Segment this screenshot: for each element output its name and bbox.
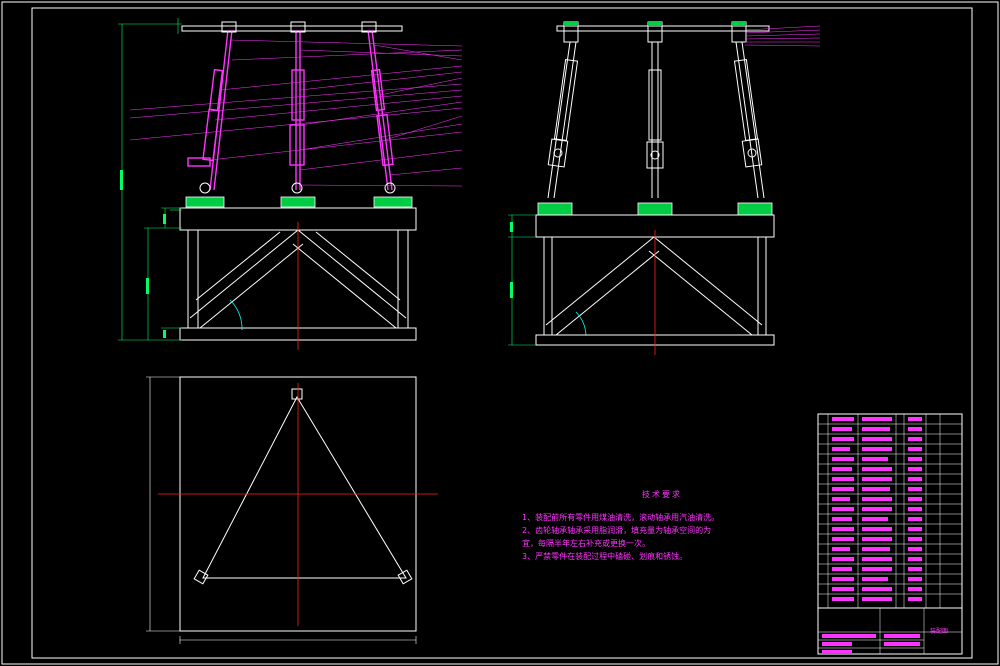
- tech-note-2: 2、齿轮轴承轴承采用脂润滑，填充量为轴承空间的为: [522, 526, 712, 535]
- dimensions-right: [508, 214, 536, 346]
- top-view-triangle: [202, 395, 407, 579]
- outer-frame: [1, 1, 999, 665]
- dimension-ticks-right: [510, 222, 513, 298]
- drawing-name: 装配图: [930, 628, 949, 635]
- table-braces-right: [545, 236, 763, 336]
- front-view-left: [118, 18, 463, 350]
- top-view-mounts: [193, 388, 413, 585]
- technical-requirements: 技术要求 1、装配前所有零件用煤油清洗，滚动轴承用汽油清洗。 2、齿轮轴承轴承采…: [522, 488, 782, 563]
- inner-frame: [31, 7, 973, 659]
- cad-drawing-sheet: [1, 1, 999, 665]
- angle-arc-right: [575, 311, 587, 337]
- tech-note-3: 宜，每隔半年左右补充或更换一次。: [522, 539, 650, 548]
- top-platform: [181, 25, 403, 32]
- angle-arc-left: [229, 299, 243, 331]
- bottom-joints: [199, 182, 396, 194]
- tech-note-4: 3、严禁零件在装配过程中磕碰、划痕和锈蚀。: [522, 552, 688, 561]
- base-mounts-right: [537, 202, 773, 216]
- base-mounts: [185, 196, 413, 208]
- top-joint-marks-right: [564, 22, 746, 26]
- side-view-right: [508, 21, 821, 355]
- tech-notes-title: 技术要求: [642, 490, 682, 499]
- dimension-ticks-left: [120, 170, 166, 338]
- leader-lines-right: [744, 25, 821, 47]
- dimensions-left: [118, 18, 182, 341]
- legs-right-view: [547, 41, 765, 199]
- parts-list: [817, 413, 963, 609]
- tech-note-1: 1、装配前所有零件用煤油清洗，滚动轴承用汽油清洗。: [522, 513, 720, 522]
- top-platform-right: [556, 25, 770, 32]
- top-view: [146, 376, 438, 644]
- top-view-dimensions: [146, 376, 417, 644]
- leg-middle: [289, 30, 305, 190]
